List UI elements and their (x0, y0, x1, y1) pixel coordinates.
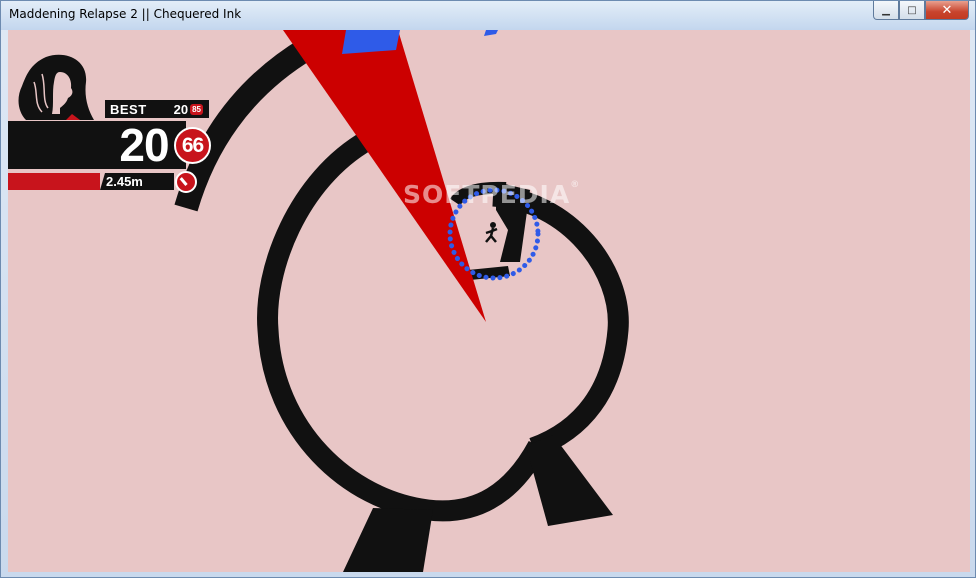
maximize-button[interactable]: □ (899, 1, 925, 20)
best-label: BEST (110, 101, 147, 117)
window-title: Maddening Relapse 2 || Chequered Ink (9, 7, 242, 21)
distance-value: 2.45m (106, 174, 143, 189)
title-bar[interactable]: Maddening Relapse 2 || Chequered Ink ▁ □… (1, 1, 975, 30)
watermark-registered-mark: ® (570, 180, 581, 190)
game-viewport[interactable]: SOFTPEDIA® BEST 20 85 20 66 2.45m (8, 30, 970, 572)
distance-progress-bar (8, 173, 100, 190)
watermark: SOFTPEDIA® (403, 180, 580, 209)
close-icon: ✕ (941, 2, 953, 18)
close-button[interactable]: ✕ (925, 1, 969, 20)
speedometer-icon (175, 171, 197, 193)
runner-silhouette-icon (485, 222, 498, 243)
best-score-panel: BEST 20 85 (105, 100, 209, 118)
maximize-icon: □ (907, 4, 917, 16)
minimize-icon: ▁ (882, 4, 890, 16)
best-score-main: 20 (173, 101, 189, 117)
track-bottom-segment (343, 508, 433, 572)
best-score-sub: 85 (190, 103, 203, 115)
minimize-button[interactable]: ▁ (873, 1, 899, 20)
track-upper-arc (174, 37, 315, 212)
woman-silhouette-icon (16, 52, 96, 126)
window-controls: ▁ □ ✕ (873, 1, 969, 21)
blue-block-small (484, 30, 498, 36)
current-score-main: 20 (119, 119, 169, 171)
current-score-sub: 66 (181, 133, 204, 157)
current-score-badge: 66 (174, 127, 211, 164)
app-window: Maddening Relapse 2 || Chequered Ink ▁ □… (0, 0, 976, 578)
watermark-text: SOFTPEDIA (403, 180, 571, 209)
track-lower-wedge (526, 435, 613, 526)
